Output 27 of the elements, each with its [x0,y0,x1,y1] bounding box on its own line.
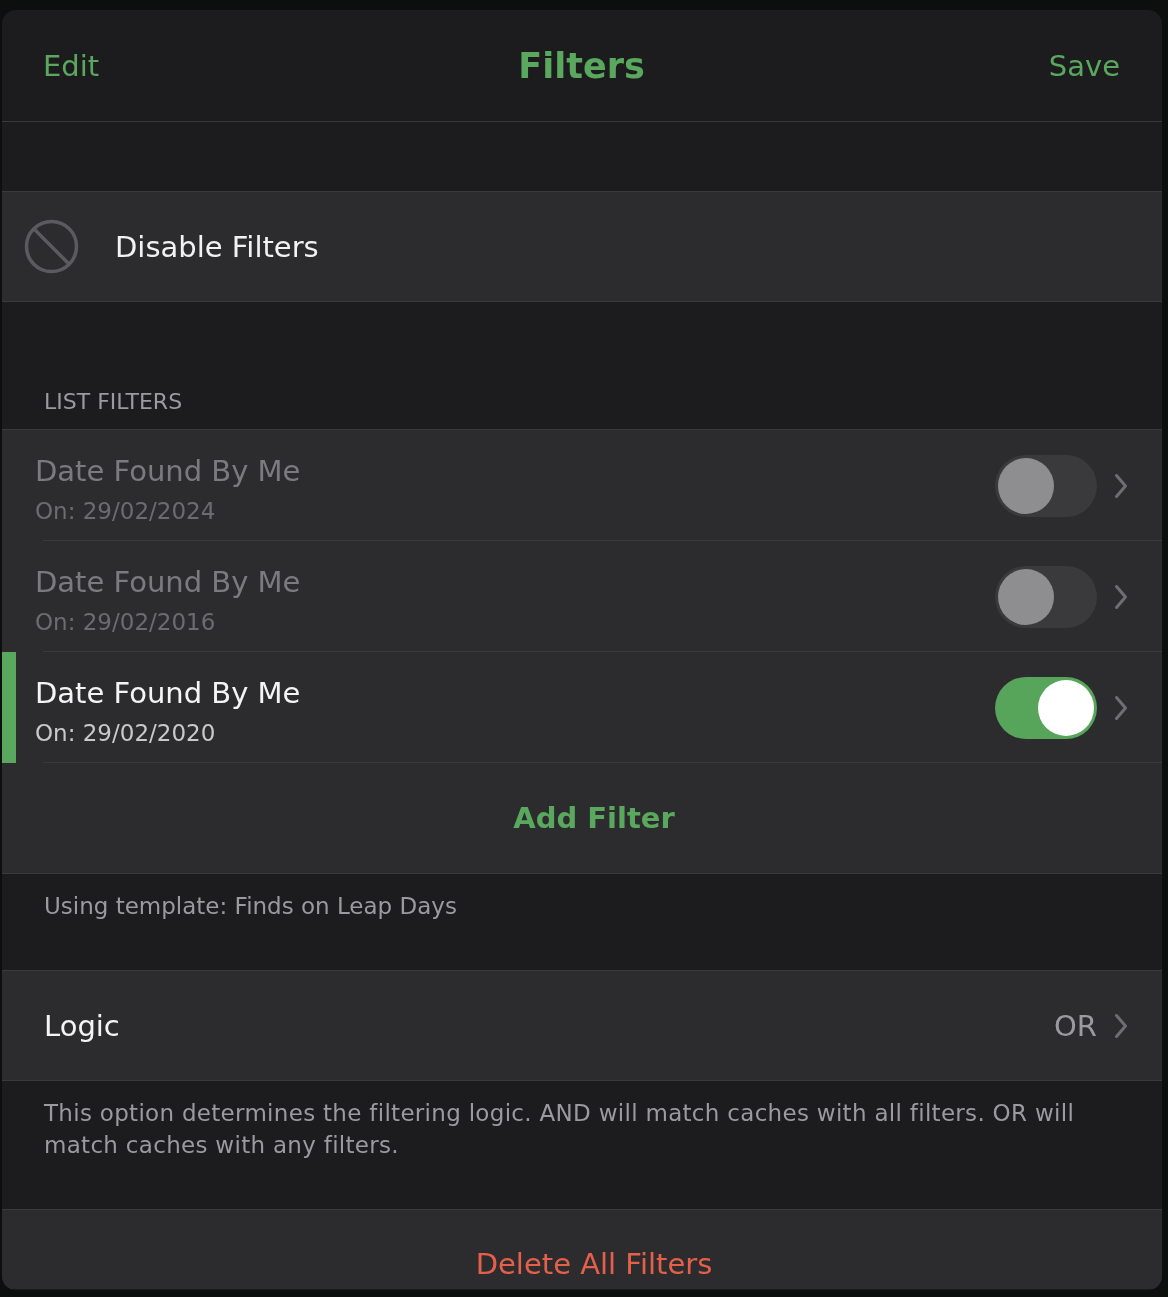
chevron-right-icon [1114,583,1128,610]
filter-title: Date Found By Me [35,453,302,490]
filter-date: On: 29/02/2016 [35,608,217,637]
filter-title: Date Found By Me [35,675,302,712]
filter-row[interactable]: Date Found By Me On: 29/02/2020 [2,652,1162,763]
logic-value: OR [1054,1008,1097,1043]
section-header: LIST FILTERS [44,389,183,414]
logic-label: Logic [44,1008,121,1043]
edit-button[interactable]: Edit [43,48,100,83]
sheet-title: Filters [518,45,645,86]
filter-date: On: 29/02/2020 [35,719,217,748]
disable-filters-label: Disable Filters [115,229,319,264]
prohibited-icon [24,219,79,274]
disable-filters-row[interactable]: Disable Filters [2,191,1162,302]
filter-title: Date Found By Me [35,564,302,601]
template-note: Using template: Finds on Leap Days [44,892,458,921]
logic-row[interactable]: Logic OR [2,970,1162,1081]
chevron-right-icon [1114,1012,1128,1039]
chevron-right-icon [1114,694,1128,721]
add-filter-button[interactable]: Add Filter [513,801,675,835]
chevron-right-icon [1114,472,1128,499]
filter-row[interactable]: Date Found By Me On: 29/02/2024 [2,430,1162,541]
delete-all-filters-button[interactable]: Delete All Filters [475,1244,713,1284]
filter-row[interactable]: Date Found By Me On: 29/02/2016 [2,541,1162,652]
filter-date: On: 29/02/2024 [35,497,217,526]
save-button[interactable]: Save [1048,48,1120,83]
logic-description: This option determines the filtering logic. AND will match caches with all filters. OR will match caches with any filters. [44,1099,1076,1160]
